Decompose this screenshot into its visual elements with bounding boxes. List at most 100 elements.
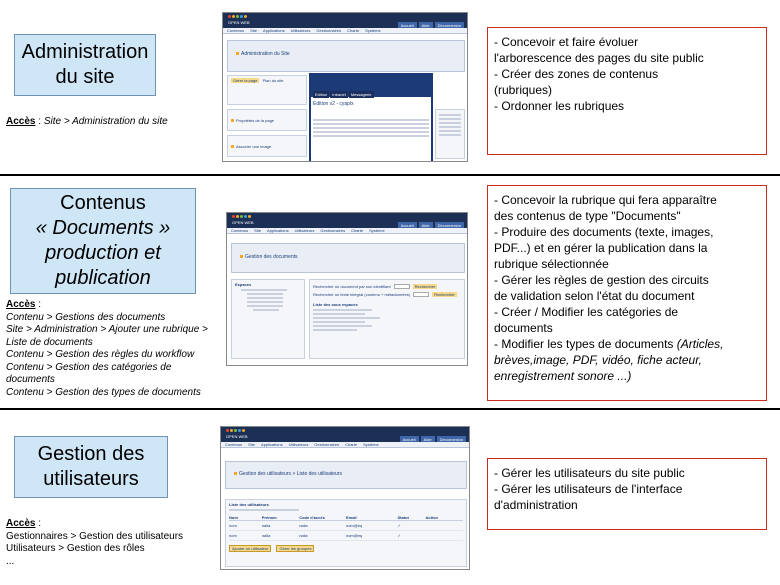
table-cell: ✓ — [397, 533, 401, 538]
mini-search-input[interactable] — [393, 284, 410, 289]
desc-types-main: - Modifier les types de documents — [494, 337, 677, 351]
desc-line: des contenus de type "Documents" — [494, 209, 681, 223]
table-row[interactable]: nom nalia nalia nom@eq ✓ — [229, 521, 463, 531]
mini-right-panel — [435, 109, 465, 159]
desc-line: PDF...) et en gérer la publication dans … — [494, 241, 708, 255]
mini-menu-item[interactable]: Système — [363, 442, 379, 447]
section-divider-1 — [0, 174, 780, 176]
access-sep: : — [35, 518, 42, 529]
access-path-documents: Accès : Contenu > Gestions des documents… — [6, 299, 208, 399]
desc-line: - Ordonner les rubriques — [494, 99, 625, 113]
access-line: Gestionnaires > Gestion des utilisateurs — [6, 530, 184, 542]
access-sep: : — [35, 116, 44, 127]
section-title-documents: Contenus « Documents » production et pub… — [10, 188, 196, 294]
logo-dot-icon — [244, 15, 247, 18]
mini-menu-item[interactable]: Utilisateurs — [289, 442, 309, 447]
mini-window-tab[interactable]: Edition — [313, 91, 330, 98]
mini-tree-panel: Espaces — [231, 279, 305, 359]
mini-menubar: Contenus Site Applications Utilisateurs … — [227, 228, 467, 234]
desc-line: - Gérer les règles de gestion des circui… — [494, 273, 709, 287]
mini-add-user-button[interactable]: Ajouter un utilisateur — [229, 545, 272, 552]
desc-line: l'arborescence des pages du site public — [494, 51, 704, 65]
mini-menu-item[interactable]: Gestionnaires — [316, 28, 341, 33]
desc-line: - Concevoir et faire évoluer — [494, 35, 639, 49]
access-path-users: Accès : Gestionnaires > Gestion des util… — [6, 518, 183, 568]
access-line: Contenu > Gestions des documents — [6, 311, 166, 323]
logo-dot-icon — [234, 429, 237, 432]
logo-dot-icon — [232, 215, 235, 218]
access-label: Accès — [6, 299, 36, 310]
mini-menu-item[interactable]: Système — [369, 228, 385, 233]
mini-window-tab[interactable]: Messagerie — [348, 91, 374, 98]
mini-menu-item[interactable]: Charte — [347, 28, 359, 33]
mini-menu-item[interactable]: Contenus — [225, 442, 242, 447]
mini-menu-item[interactable]: Charte — [345, 442, 357, 447]
mini-menu-item[interactable]: Applications — [267, 228, 289, 233]
mini-panel-title-text: Administration du Site — [241, 51, 290, 57]
desc-line: - Gérer les utilisateurs de l'interface — [494, 482, 683, 496]
access-label: Accès — [6, 116, 36, 127]
logo-dot-icon — [244, 215, 247, 218]
mini-menu-item[interactable]: Utilisateurs — [291, 28, 311, 33]
mini-window-tab[interactable]: Intranet — [330, 91, 348, 98]
section-title-users: Gestion des utilisateurs — [14, 436, 168, 498]
logo-dot-icon — [238, 429, 241, 432]
desc-line: - Gérer les utilisateurs du site public — [494, 466, 685, 480]
desc-line: documents — [494, 321, 553, 335]
mini-menu-item[interactable]: Utilisateurs — [295, 228, 315, 233]
mini-menu-item[interactable]: Site — [254, 228, 261, 233]
mini-users-panel: Liste des utilisateurs Nom Prénom Code d'a… — [225, 499, 467, 567]
mini-side-item[interactable]: Propriétés de la page — [227, 109, 307, 131]
access-line: Contenu > Gestion des types de documents — [6, 386, 201, 398]
mini-search-button[interactable]: Rechercher — [412, 284, 438, 289]
logo-dot-icon — [240, 215, 243, 218]
description-administration: - Concevoir et faire évoluer l'arboresce… — [487, 27, 767, 155]
mini-tab-plan[interactable]: Plan du site — [261, 78, 286, 83]
mini-users-table: Nom Prénom Code d'accès Email Statut Action no… — [229, 515, 463, 541]
mini-groups-button[interactable]: Gérer les groupes — [276, 545, 315, 552]
mini-menu-item[interactable]: Gestionnaires — [320, 228, 345, 233]
mini-menu-item[interactable]: Applications — [263, 28, 285, 33]
screenshot-administration: OPEN WEB Accueil Aide Déconnexion Conten… — [222, 12, 468, 162]
table-row[interactable]: nom nalia nalia nom@eq ✓ — [229, 531, 463, 541]
table-cell: nom — [229, 523, 237, 528]
table-cell: ✓ — [397, 523, 401, 528]
title-line: publication — [55, 267, 151, 289]
mini-menu-item[interactable]: Applications — [261, 442, 283, 447]
table-header-cell: Email — [345, 515, 357, 520]
title-line: utilisateurs — [43, 468, 139, 490]
mini-logo-text: OPEN WEB — [226, 434, 248, 439]
mini-search-input[interactable] — [413, 292, 430, 297]
mini-search-button[interactable]: Rechercher — [432, 292, 457, 297]
title-line: Gestion des — [37, 443, 145, 465]
mini-search-panel: Rechercher un document par son identifia… — [309, 279, 465, 359]
mini-tree-title: Espaces — [235, 282, 252, 287]
mini-menu-item[interactable]: Système — [365, 28, 381, 33]
access-line: Utilisateurs > Gestion des rôles — [6, 543, 145, 554]
mini-side-item[interactable]: Associer une image — [227, 135, 307, 157]
mini-menu-item[interactable]: Site — [250, 28, 257, 33]
mini-menu-item[interactable]: Charte — [351, 228, 363, 233]
mini-menu-item[interactable]: Gestionnaires — [314, 442, 339, 447]
table-header-cell: Action — [425, 515, 438, 520]
access-line: Contenu > Gestion des règles du workflow — [6, 349, 195, 360]
logo-dot-icon — [240, 15, 243, 18]
mini-search-label: Rechercher un texte intégral (contenu + … — [313, 292, 411, 297]
mini-menu-item[interactable]: Contenus — [227, 28, 244, 33]
mini-tab-page[interactable]: Gérer la page — [231, 78, 260, 83]
table-header-cell: Statut — [397, 515, 409, 520]
table-cell: nom@eq — [345, 523, 363, 528]
access-line: Liste de documents — [6, 336, 93, 348]
logo-dot-icon — [232, 15, 235, 18]
mini-panel-title: Administration du Site — [227, 40, 465, 72]
logo-dot-icon — [226, 429, 229, 432]
access-line: Site > Administration du site — [43, 116, 168, 127]
mini-menu-item[interactable]: Contenus — [231, 228, 248, 233]
desc-line: - Produire des documents (texte, images, — [494, 225, 714, 239]
mini-logo-text: OPEN WEB — [228, 20, 250, 25]
mini-panel-title-text: Gestion des documents — [245, 254, 298, 260]
access-line: ... — [6, 555, 15, 567]
mini-search-label: Rechercher un document par son identifia… — [313, 284, 391, 289]
mini-menu-item[interactable]: Site — [248, 442, 255, 447]
table-cell: nalia — [261, 523, 271, 528]
